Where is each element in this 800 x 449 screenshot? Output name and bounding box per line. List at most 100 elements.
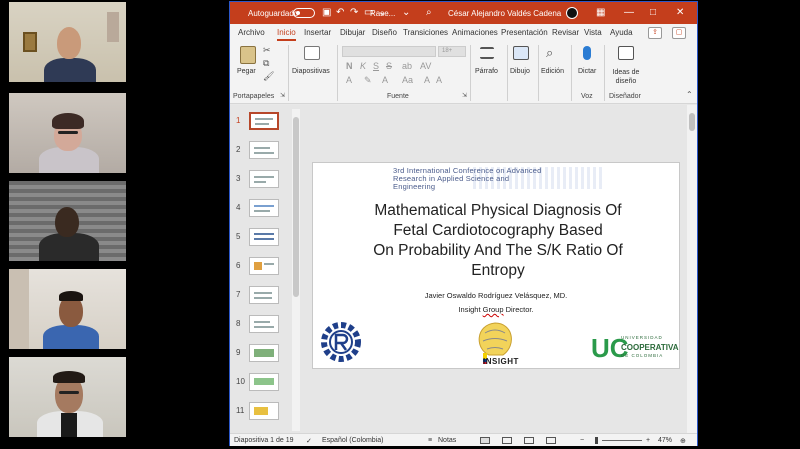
drawing-icon[interactable]	[513, 46, 529, 60]
thumbnail-row[interactable]: 8	[230, 313, 292, 339]
shrink-font-icon[interactable]: A	[436, 75, 442, 85]
thumbnail-row[interactable]: 5	[230, 226, 292, 252]
autosave-toggle[interactable]	[293, 8, 315, 18]
close-icon[interactable]: ✕	[676, 7, 684, 18]
highlight-icon[interactable]: ✎	[364, 75, 372, 86]
slide-thumbnail[interactable]	[249, 286, 279, 304]
tab-animaciones[interactable]: Animaciones	[452, 28, 498, 37]
zoom-in-icon[interactable]: +	[646, 437, 650, 444]
slide-thumbnail[interactable]	[249, 141, 279, 159]
text-shadow-icon[interactable]: AV	[420, 61, 431, 71]
underline-icon[interactable]: S	[373, 61, 379, 71]
search-icon[interactable]: ⌕	[426, 7, 432, 18]
thumbnail-row[interactable]: 6	[230, 255, 292, 281]
tab-presentacion[interactable]: Presentación	[501, 28, 548, 37]
tab-dibujar[interactable]: Dibujar	[340, 28, 365, 37]
ribbon-display-icon[interactable]: ▦	[596, 7, 605, 18]
font-family-select[interactable]	[342, 46, 436, 57]
paragraph-button[interactable]: Párrafo	[475, 68, 498, 75]
slide-thumbnail[interactable]	[249, 199, 279, 217]
tab-vista[interactable]: Vista	[584, 28, 602, 37]
zoom-level[interactable]: 47%	[658, 437, 672, 444]
slide-thumbnail[interactable]	[249, 170, 279, 188]
doc-dropdown-icon[interactable]: ⌄	[402, 7, 410, 18]
participant-video-5[interactable]	[9, 357, 126, 437]
zoom-slider[interactable]	[602, 440, 642, 441]
editing-icon[interactable]: ⌕	[546, 45, 553, 61]
tab-archivo[interactable]: Archivo	[238, 28, 265, 37]
minimize-icon[interactable]: —	[624, 7, 634, 18]
tab-revisar[interactable]: Revisar	[552, 28, 579, 37]
thumbnail-row[interactable]: 7	[230, 284, 292, 310]
slides-button[interactable]: Diapositivas	[292, 68, 330, 75]
paste-icon[interactable]	[240, 46, 256, 64]
slide-title[interactable]: Mathematical Physical Diagnosis Of Fetal…	[343, 201, 653, 281]
slide-thumbnail[interactable]	[249, 112, 279, 130]
thumbnail-row[interactable]: 3	[230, 168, 292, 194]
user-name[interactable]: César Alejandro Valdés Cadena	[448, 9, 561, 18]
design-ideas-button[interactable]: Ideas de diseño	[611, 68, 641, 86]
zoom-out-icon[interactable]: −	[580, 437, 584, 444]
tab-transiciones[interactable]: Transiciones	[403, 28, 448, 37]
share-icon[interactable]: ⇪	[648, 27, 662, 39]
notes-button[interactable]: Notas	[438, 437, 456, 444]
participant-video-2[interactable]	[9, 93, 126, 173]
slide-thumbnail[interactable]	[249, 257, 279, 275]
user-avatar[interactable]	[566, 7, 578, 19]
participant-video-3[interactable]	[9, 181, 126, 261]
reading-view-icon[interactable]	[524, 437, 534, 444]
redo-icon[interactable]: ↷	[350, 7, 358, 18]
current-slide[interactable]: 3rd International Conference on Advanced…	[312, 162, 680, 369]
tab-diseno[interactable]: Diseño	[372, 28, 397, 37]
normal-view-icon[interactable]	[480, 437, 490, 444]
drawing-button[interactable]: Dibujo	[510, 68, 530, 75]
strikethrough-icon[interactable]: S	[386, 61, 392, 71]
language-indicator[interactable]: Español (Colombia)	[322, 437, 383, 444]
participant-video-1[interactable]	[9, 2, 126, 82]
slide-thumbnail[interactable]	[249, 373, 279, 391]
collapse-ribbon-icon[interactable]: ⌃	[686, 90, 693, 99]
editing-button[interactable]: Edición	[541, 68, 564, 75]
paste-button[interactable]: Pegar	[237, 68, 256, 75]
grow-font-icon[interactable]: A	[424, 75, 430, 85]
slide-sorter-icon[interactable]	[502, 437, 512, 444]
slide-scrollbar[interactable]	[687, 105, 697, 433]
tab-inicio[interactable]: Inicio	[277, 28, 296, 41]
document-name[interactable]: Rase...	[370, 9, 395, 18]
tab-ayuda[interactable]: Ayuda	[610, 28, 633, 37]
thumbnail-row[interactable]: 9	[230, 342, 292, 368]
thumbnail-row[interactable]: 11	[230, 400, 292, 426]
slide-thumbnail[interactable]	[249, 228, 279, 246]
tab-insertar[interactable]: Insertar	[304, 28, 331, 37]
cut-icon[interactable]: ✂	[263, 45, 271, 56]
bold-icon[interactable]: N	[346, 61, 353, 71]
thumbnail-row[interactable]: 4	[230, 197, 292, 223]
participant-video-4[interactable]	[9, 269, 126, 349]
italic-icon[interactable]: K	[360, 61, 366, 71]
clipboard-launcher-icon[interactable]: ⇲	[280, 92, 285, 99]
zoom-slider-thumb[interactable]	[595, 437, 598, 444]
font-color-icon[interactable]: A	[382, 75, 388, 85]
thumbnail-row[interactable]: 2	[230, 139, 292, 165]
new-slide-icon[interactable]	[304, 46, 320, 60]
undo-icon[interactable]: ↶	[336, 7, 344, 18]
font-size-select[interactable]: 18+	[438, 46, 466, 57]
slide-thumbnail[interactable]	[249, 315, 279, 333]
dictate-button[interactable]: Dictar	[578, 68, 596, 75]
fit-to-window-icon[interactable]: ⊕	[680, 437, 686, 445]
spellcheck-icon[interactable]: ✓	[306, 437, 312, 445]
slide-thumbnail[interactable]	[249, 402, 279, 420]
paragraph-icon[interactable]	[480, 47, 494, 59]
design-ideas-icon[interactable]	[618, 46, 634, 60]
comments-icon[interactable]: ▢	[672, 27, 686, 39]
thumbnail-row[interactable]: 1	[230, 110, 292, 136]
microphone-icon[interactable]	[583, 46, 591, 60]
text-effects-icon[interactable]: A	[346, 75, 352, 85]
copy-icon[interactable]: ⧉	[263, 58, 269, 69]
char-spacing-icon[interactable]: ab	[402, 61, 412, 71]
slide-author[interactable]: Javier Oswaldo Rodríguez Velásquez, MD.	[313, 291, 679, 300]
slide-author-role[interactable]: Insight Group Director.	[313, 305, 679, 314]
thumbnail-scrollbar[interactable]	[292, 109, 300, 431]
slideshow-view-icon[interactable]	[546, 437, 556, 444]
maximize-icon[interactable]: □	[650, 7, 656, 18]
